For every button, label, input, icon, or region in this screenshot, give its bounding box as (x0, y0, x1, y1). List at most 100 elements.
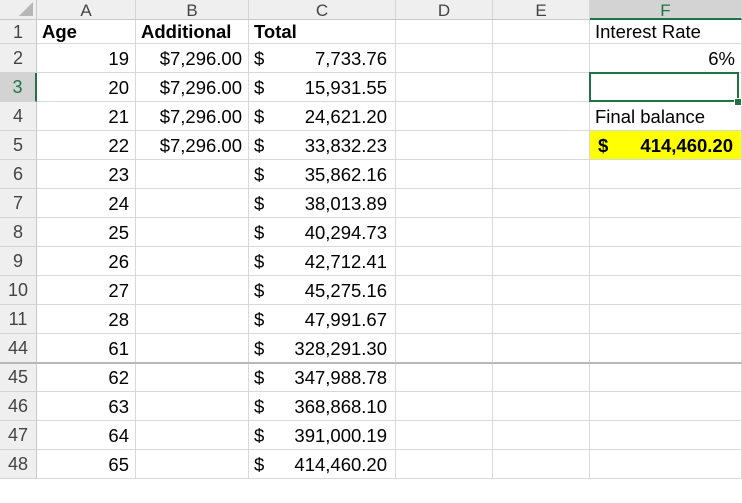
cell-a2[interactable]: 19 (37, 44, 136, 73)
row-header-2[interactable]: 2 (0, 44, 37, 73)
cell-d47[interactable] (396, 421, 493, 450)
cell-c3[interactable]: $15,931.55 (249, 73, 396, 102)
cell-e2[interactable] (493, 44, 590, 73)
column-header-c[interactable]: C (249, 0, 396, 20)
cell-b47[interactable] (136, 421, 249, 450)
cell-f8[interactable] (590, 218, 742, 247)
cell-e9[interactable] (493, 247, 590, 276)
row-header-44[interactable]: 44 (0, 334, 37, 363)
cell-d7[interactable] (396, 189, 493, 218)
cell-b6[interactable] (136, 160, 249, 189)
cell-a9[interactable]: 26 (37, 247, 136, 276)
cell-e44[interactable] (493, 334, 590, 363)
cell-e8[interactable] (493, 218, 590, 247)
row-header-4[interactable]: 4 (0, 102, 37, 131)
cell-c10[interactable]: $45,275.16 (249, 276, 396, 305)
column-header-f[interactable]: F (590, 0, 742, 20)
cell-a1[interactable]: Age (37, 20, 136, 44)
row-header-3[interactable]: 3 (0, 73, 37, 102)
cell-a11[interactable]: 28 (37, 305, 136, 334)
cell-c2[interactable]: $7,733.76 (249, 44, 396, 73)
row-header-48[interactable]: 48 (0, 450, 37, 479)
cell-c11[interactable]: $47,991.67 (249, 305, 396, 334)
cell-f2[interactable]: 6% (590, 44, 742, 73)
cell-a8[interactable]: 25 (37, 218, 136, 247)
cell-d5[interactable] (396, 131, 493, 160)
cell-d8[interactable] (396, 218, 493, 247)
cell-f10[interactable] (590, 276, 742, 305)
cell-b4[interactable]: $7,296.00 (136, 102, 249, 131)
cell-f45[interactable] (590, 363, 742, 392)
cell-a6[interactable]: 23 (37, 160, 136, 189)
row-header-10[interactable]: 10 (0, 276, 37, 305)
row-header-8[interactable]: 8 (0, 218, 37, 247)
row-header-46[interactable]: 46 (0, 392, 37, 421)
row-header-7[interactable]: 7 (0, 189, 37, 218)
cell-d10[interactable] (396, 276, 493, 305)
cell-a47[interactable]: 64 (37, 421, 136, 450)
cell-f9[interactable] (590, 247, 742, 276)
cell-c6[interactable]: $35,862.16 (249, 160, 396, 189)
cell-e10[interactable] (493, 276, 590, 305)
cell-d48[interactable] (396, 450, 493, 479)
cell-e48[interactable] (493, 450, 590, 479)
cell-a4[interactable]: 21 (37, 102, 136, 131)
cell-f46[interactable] (590, 392, 742, 421)
column-header-d[interactable]: D (396, 0, 493, 20)
cell-c46[interactable]: $368,868.10 (249, 392, 396, 421)
fill-handle[interactable] (734, 98, 742, 106)
cell-a44[interactable]: 61 (37, 334, 136, 363)
cell-c5[interactable]: $33,832.23 (249, 131, 396, 160)
cell-e6[interactable] (493, 160, 590, 189)
cell-b45[interactable] (136, 363, 249, 392)
cell-e4[interactable] (493, 102, 590, 131)
cell-a46[interactable]: 63 (37, 392, 136, 421)
cell-c48[interactable]: $414,460.20 (249, 450, 396, 479)
cell-b46[interactable] (136, 392, 249, 421)
cell-a48[interactable]: 65 (37, 450, 136, 479)
row-header-1[interactable]: 1 (0, 20, 37, 44)
cell-e47[interactable] (493, 421, 590, 450)
cell-f11[interactable] (590, 305, 742, 334)
cell-e1[interactable] (493, 20, 590, 44)
row-header-6[interactable]: 6 (0, 160, 37, 189)
cell-b2[interactable]: $7,296.00 (136, 44, 249, 73)
cell-d11[interactable] (396, 305, 493, 334)
cell-d45[interactable] (396, 363, 493, 392)
row-header-45[interactable]: 45 (0, 363, 37, 392)
row-header-11[interactable]: 11 (0, 305, 37, 334)
cell-d6[interactable] (396, 160, 493, 189)
column-header-b[interactable]: B (136, 0, 249, 20)
cell-b7[interactable] (136, 189, 249, 218)
cell-b11[interactable] (136, 305, 249, 334)
row-header-47[interactable]: 47 (0, 421, 37, 450)
cell-d44[interactable] (396, 334, 493, 363)
cell-b10[interactable] (136, 276, 249, 305)
cell-c47[interactable]: $391,000.19 (249, 421, 396, 450)
cell-d4[interactable] (396, 102, 493, 131)
column-header-a[interactable]: A (37, 0, 136, 20)
cell-e5[interactable] (493, 131, 590, 160)
cell-f1[interactable]: Interest Rate (590, 20, 742, 44)
cell-d2[interactable] (396, 44, 493, 73)
cell-d1[interactable] (396, 20, 493, 44)
cell-a7[interactable]: 24 (37, 189, 136, 218)
cell-b8[interactable] (136, 218, 249, 247)
cell-b5[interactable]: $7,296.00 (136, 131, 249, 160)
cell-c4[interactable]: $24,621.20 (249, 102, 396, 131)
cell-f5[interactable]: $414,460.20 (590, 131, 742, 160)
cell-b9[interactable] (136, 247, 249, 276)
cell-e45[interactable] (493, 363, 590, 392)
cell-e7[interactable] (493, 189, 590, 218)
column-header-e[interactable]: E (493, 0, 590, 20)
cell-c45[interactable]: $347,988.78 (249, 363, 396, 392)
row-header-9[interactable]: 9 (0, 247, 37, 276)
cell-f44[interactable] (590, 334, 742, 363)
cell-f4[interactable]: Final balance (590, 102, 742, 131)
cell-c44[interactable]: $328,291.30 (249, 334, 396, 363)
cell-f7[interactable] (590, 189, 742, 218)
cell-a45[interactable]: 62 (37, 363, 136, 392)
cell-c8[interactable]: $40,294.73 (249, 218, 396, 247)
cell-c1[interactable]: Total (249, 20, 396, 44)
cell-c7[interactable]: $38,013.89 (249, 189, 396, 218)
